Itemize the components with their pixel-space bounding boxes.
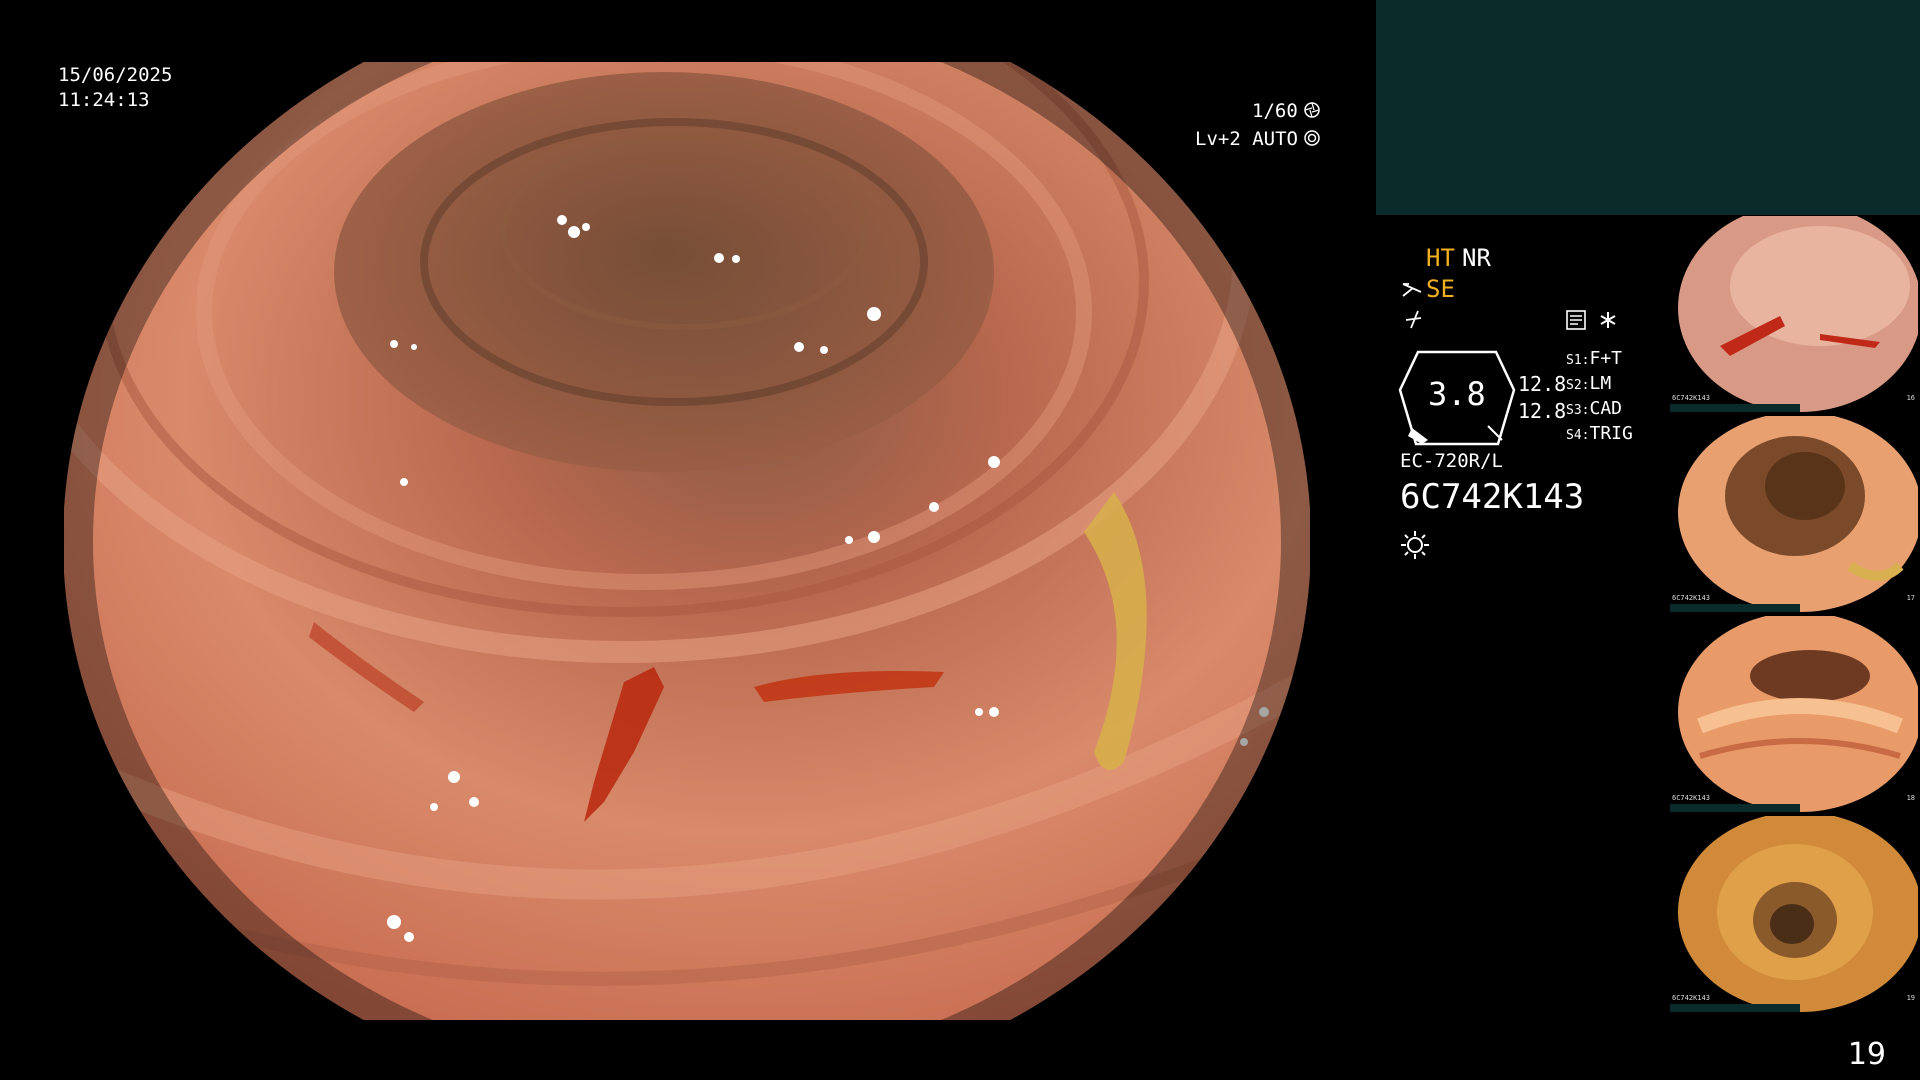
value-lower: 12.8 xyxy=(1518,399,1567,423)
page-number: 19 xyxy=(1847,1037,1886,1072)
switch-item: S1:F+T xyxy=(1566,348,1622,369)
thumbnail[interactable]: 6C742K143 18 xyxy=(1670,616,1918,812)
light-sun-icon xyxy=(1400,530,1430,560)
ht-label: HT xyxy=(1426,244,1455,272)
switch-item: S2:LM xyxy=(1566,373,1612,394)
memo-icon xyxy=(1566,310,1586,330)
scope-model: EC-720R/L xyxy=(1400,450,1503,472)
switch-list: S1:F+T S2:LM S3:CAD S4:TRIG xyxy=(1566,350,1633,450)
thumbnail[interactable]: 6C742K143 16 xyxy=(1670,216,1918,412)
thumbnail-number: 18 xyxy=(1906,794,1915,802)
asterisk-icon xyxy=(1598,310,1618,330)
scissors-icon xyxy=(1401,280,1423,300)
thumbnail-label: 6C742K143 xyxy=(1672,394,1710,402)
dial-value: 3.8 xyxy=(1428,375,1486,413)
switch-item: S3:CAD xyxy=(1566,398,1622,419)
thumbnail-label: 6C742K143 xyxy=(1672,594,1710,602)
aperture-icon xyxy=(1304,102,1320,118)
endoscope-main-view xyxy=(64,62,1310,1020)
scope-serial: 6C742K143 xyxy=(1400,477,1585,517)
shutter-label: 1/60 xyxy=(1252,100,1298,122)
nr-label: NR xyxy=(1462,244,1491,272)
thumbnail[interactable]: 6C742K143 17 xyxy=(1670,416,1918,612)
thumbnail-number: 16 xyxy=(1906,394,1915,402)
thumbnail-label: 6C742K143 xyxy=(1672,794,1710,802)
thumbnail-bar xyxy=(1670,604,1800,612)
time-label: 11:24:13 xyxy=(58,89,150,111)
value-upper: 12.8 xyxy=(1518,372,1567,396)
thumbnail-bar xyxy=(1670,404,1800,412)
thumbnail-label: 6C742K143 xyxy=(1672,994,1710,1002)
date-label: 15/06/2025 xyxy=(58,64,173,86)
thumbnail-bar xyxy=(1670,1004,1800,1012)
auto-iris-icon xyxy=(1304,130,1320,146)
thumbnail-number: 19 xyxy=(1906,994,1915,1002)
switch-item: S4:TRIG xyxy=(1566,423,1633,444)
squiggle-icon xyxy=(1403,308,1425,330)
level-label: Lv+2 AUTO xyxy=(1195,128,1298,150)
thumbnail-bar xyxy=(1670,804,1800,812)
info-panel xyxy=(1376,0,1920,215)
se-label: SE xyxy=(1426,275,1455,303)
thumbnail[interactable]: 6C742K143 19 xyxy=(1670,816,1918,1012)
thumbnail-number: 17 xyxy=(1906,594,1915,602)
